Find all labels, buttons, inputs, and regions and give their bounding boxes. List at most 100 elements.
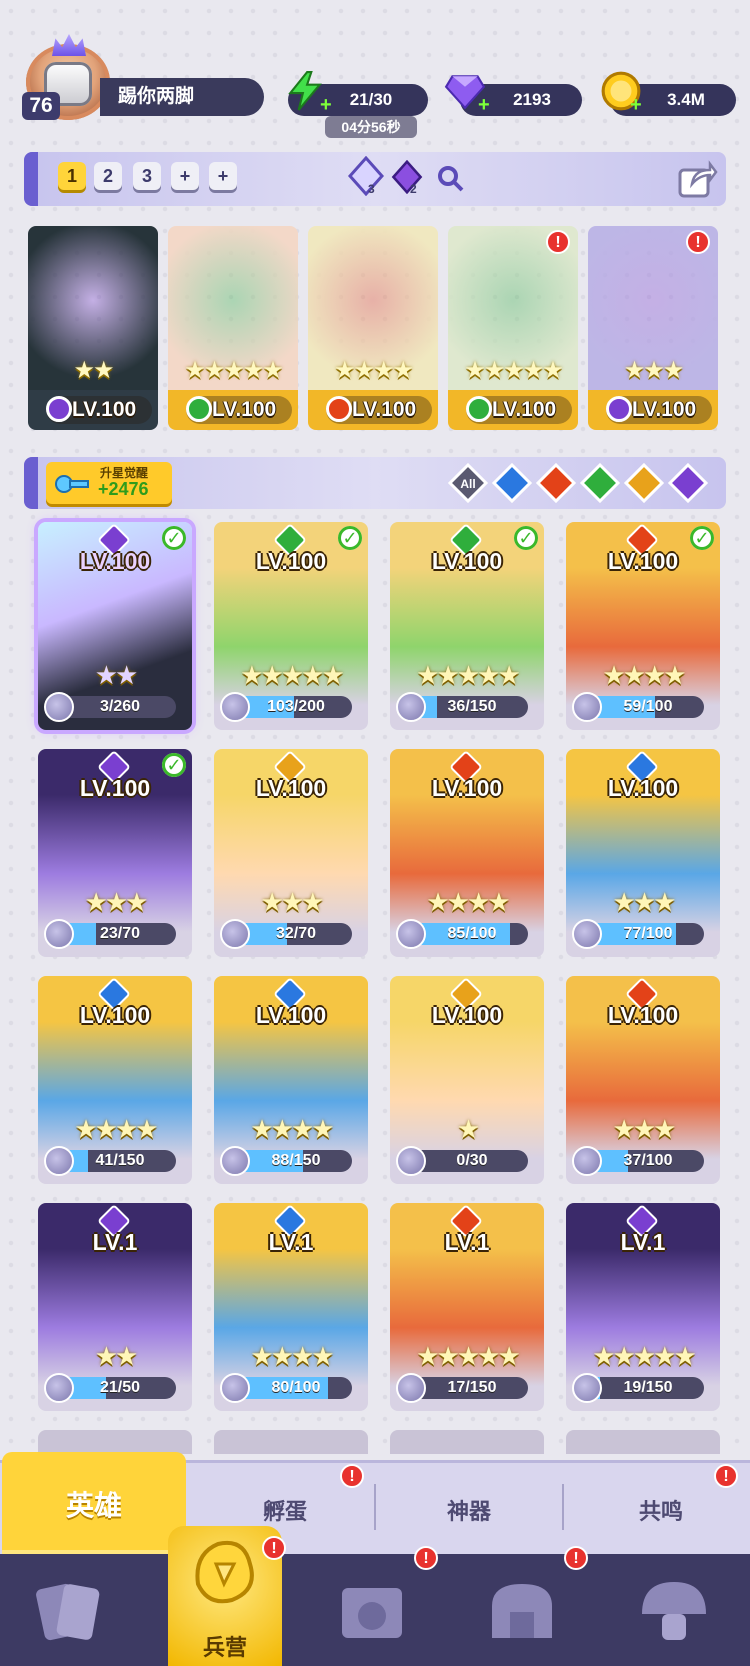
team-hero-card[interactable]: ★★★★ LV.100: [308, 226, 438, 430]
hero-level: LV.100: [79, 548, 151, 574]
team-hero-card[interactable]: ★★★★★ LV.100: [448, 226, 578, 430]
shop-alert-dot: !: [564, 1546, 588, 1570]
hero-card[interactable]: LV.100 ★★★ 37/100: [566, 976, 720, 1184]
filter-wind-icon[interactable]: [580, 463, 620, 503]
hero-card[interactable]: LV.100 ★★★ 32/70: [214, 749, 368, 957]
team-slot-add-2[interactable]: +: [209, 162, 237, 190]
check-icon: ✓: [162, 526, 186, 550]
star-rating: ★★★★★: [184, 357, 284, 384]
star-rating: ★★: [94, 1341, 139, 1371]
hero-card[interactable]: LV.1 ★★★★★ 19/150: [566, 1203, 720, 1411]
team-slot-1[interactable]: 1: [58, 162, 86, 190]
hero-card[interactable]: LV.100 ★ 0/30: [390, 976, 544, 1184]
shop-icon[interactable]: [482, 1572, 562, 1652]
team-hero-card[interactable]: ★★ LV.100: [28, 226, 158, 430]
hero-card[interactable]: LV.100 ★★★ 23/70 ✓: [38, 749, 192, 957]
shard-progress-text: 85/100: [447, 925, 497, 942]
shard-progress-text: 17/150: [447, 1379, 497, 1396]
wind-element-icon: [186, 396, 212, 422]
hero-level: LV.100: [255, 548, 327, 574]
hero-card[interactable]: LV.100 ★★ 3/260 ✓: [38, 522, 192, 730]
hero-card[interactable]: LV.1 ★★★★ 80/100: [214, 1203, 368, 1411]
team-hero-card[interactable]: ★★★ LV.100: [588, 226, 718, 430]
energy-timer: 04分56秒: [325, 116, 417, 138]
check-icon: ✓: [162, 753, 186, 777]
add-gem-button[interactable]: +: [478, 95, 492, 115]
hero-card[interactable]: LV.100 ★★★★ 41/150: [38, 976, 192, 1184]
star-rating: ★★: [94, 660, 139, 690]
hero-card[interactable]: LV.100 ★★★ 77/100: [566, 749, 720, 957]
team-bar-accent: [24, 152, 38, 206]
team-hero-card[interactable]: ★★★★★ LV.100: [168, 226, 298, 430]
hero-card-partial: [38, 1430, 192, 1454]
star-rating: ★★★: [84, 887, 149, 917]
filter-dark-icon[interactable]: [668, 463, 708, 503]
hero-card[interactable]: LV.100 ★★★★★ 36/150 ✓: [390, 522, 544, 730]
book-alert-dot: !: [414, 1546, 438, 1570]
star-rating: ★★★★★: [416, 660, 521, 690]
hero-level: LV.100: [212, 398, 277, 421]
hero-level: LV.1: [268, 1229, 314, 1255]
tab-artifact[interactable]: 神器: [394, 1494, 544, 1526]
dark-element-icon: [46, 396, 72, 422]
crystal-shard-icon[interactable]: [346, 156, 386, 196]
filter-fire-icon[interactable]: [536, 463, 576, 503]
nav-barracks-label: 兵营: [202, 1635, 247, 1660]
shard-progress-text: 32/70: [275, 925, 317, 942]
hero-level: LV.100: [607, 775, 679, 801]
filter-all-button[interactable]: All: [448, 463, 488, 503]
tab-resonance[interactable]: 共鸣: [586, 1494, 736, 1526]
star-rating: ★★★★★: [416, 1341, 521, 1371]
add-gold-button[interactable]: +: [630, 95, 644, 115]
team-slot-2[interactable]: 2: [94, 162, 122, 190]
check-icon: ✓: [338, 526, 362, 550]
star-rating: ★★★★★: [592, 1341, 697, 1371]
filter-all-label: All: [460, 477, 475, 491]
star-rating: ★★★★★: [240, 660, 345, 690]
book-icon[interactable]: [332, 1572, 412, 1652]
gem-value: 2193: [513, 90, 551, 109]
hero-level: LV.100: [255, 1002, 327, 1028]
shard-progress-text: 3/260: [99, 698, 141, 715]
tab-heroes-label: 英雄: [65, 1490, 122, 1521]
cards-icon[interactable]: [30, 1572, 110, 1652]
add-energy-button[interactable]: +: [320, 95, 334, 115]
hero-card-partial: [214, 1430, 368, 1454]
hero-card[interactable]: LV.1 ★★ 21/50: [38, 1203, 192, 1411]
team-slot-add-1[interactable]: +: [171, 162, 199, 190]
share-icon[interactable]: [676, 158, 718, 200]
shard-progress-text: 0/30: [456, 1152, 488, 1169]
tab-divider: [374, 1484, 376, 1530]
hero-card-partial: [390, 1430, 544, 1454]
hero-level: LV.1: [92, 1229, 138, 1255]
hero-level: LV.100: [632, 398, 697, 421]
hero-card[interactable]: LV.100 ★★★★★ 103/200 ✓: [214, 522, 368, 730]
fire-element-icon: [326, 396, 352, 422]
hero-card[interactable]: LV.1 ★★★★★ 17/150: [390, 1203, 544, 1411]
alert-dot: !: [546, 230, 570, 254]
shard-progress-text: 23/70: [99, 925, 141, 942]
filter-light-icon[interactable]: [624, 463, 664, 503]
star-rating: ★★★: [260, 887, 325, 917]
hero-card[interactable]: LV.100 ★★★★ 85/100: [390, 749, 544, 957]
hero-card[interactable]: LV.100 ★★★★ 88/150: [214, 976, 368, 1184]
shard-progress-text: 80/100: [271, 1379, 321, 1396]
dark-element-icon: [606, 396, 632, 422]
check-icon: ✓: [690, 526, 714, 550]
mushroom-icon[interactable]: [634, 1572, 714, 1652]
hero-level: LV.100: [431, 1002, 503, 1028]
hero-level: LV.100: [492, 398, 557, 421]
dark-shard-icon[interactable]: [390, 160, 424, 194]
search-icon[interactable]: [436, 164, 466, 194]
alert-dot: !: [686, 230, 710, 254]
hero-card[interactable]: LV.100 ★★★★ 59/100 ✓: [566, 522, 720, 730]
player-level: 76: [22, 92, 60, 120]
shard-progress-text: 36/150: [447, 698, 497, 715]
star-rating: ★★★: [612, 887, 677, 917]
star-rating: ★★: [73, 357, 114, 384]
tab-hatch[interactable]: 孵蛋: [210, 1494, 360, 1526]
filter-water-icon[interactable]: [492, 463, 532, 503]
resonance-alert-dot: !: [714, 1464, 738, 1488]
crown-icon: [52, 34, 86, 56]
team-slot-3[interactable]: 3: [133, 162, 161, 190]
